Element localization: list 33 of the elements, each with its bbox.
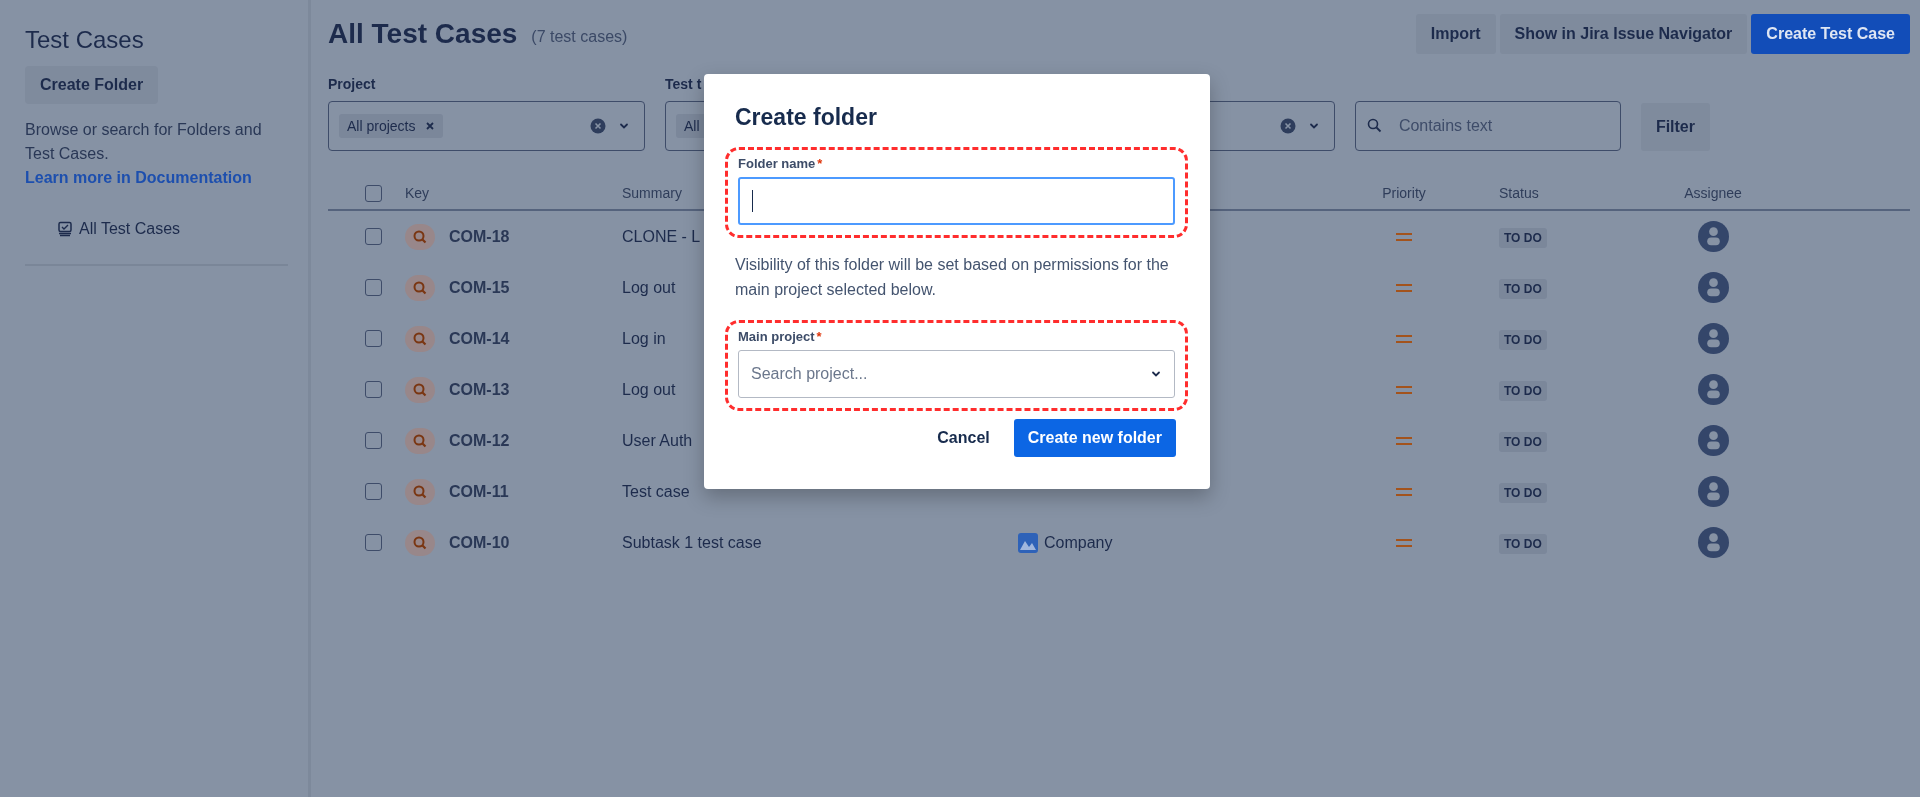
summary-text: Test case [622, 482, 690, 500]
status-lozenge: TO DO [1499, 329, 1547, 350]
column-header: Status [1498, 185, 1540, 201]
project-name: Company [1044, 533, 1113, 552]
sidebar-description: Browse or search for Folders and Test Cases. [25, 120, 263, 164]
column-header: Summary [622, 185, 683, 201]
filter-label: Test t [665, 76, 703, 93]
sidebar-title: Test Cases [25, 26, 145, 54]
summary-text: User Auth [622, 431, 693, 449]
column-header: Key [405, 185, 431, 201]
visibility-note: Visibility of this folder will be set based on permissions for the main project selected below. [735, 255, 1170, 300]
test-case-count: (7 test cases) [531, 28, 628, 46]
summary-text: Log out [622, 380, 676, 398]
status-lozenge: TO DO [1499, 278, 1547, 299]
summary-text: Log out [622, 278, 676, 296]
summary-text: Subtask 1 test case [622, 533, 762, 551]
field-label: Main project [738, 329, 815, 344]
page-title: All Test Cases [328, 18, 518, 50]
status-lozenge: TO DO [1499, 431, 1547, 452]
column-header: Assignee [1683, 185, 1743, 201]
status-lozenge: TO DO [1499, 533, 1547, 554]
column-header: Priority [1381, 185, 1427, 201]
filter-chip: All projects [339, 114, 444, 138]
status-lozenge: TO DO [1499, 380, 1547, 401]
field-label: Folder name [738, 156, 816, 171]
required-mark: * [816, 329, 822, 344]
dialog-title: Create folder [735, 104, 878, 131]
required-mark: * [817, 156, 823, 171]
summary-text: CLONE - L [622, 227, 701, 245]
summary-text: Log in [622, 329, 666, 347]
filter-label: Project [328, 76, 377, 93]
status-lozenge: TO DO [1499, 227, 1547, 248]
status-lozenge: TO DO [1499, 482, 1547, 503]
